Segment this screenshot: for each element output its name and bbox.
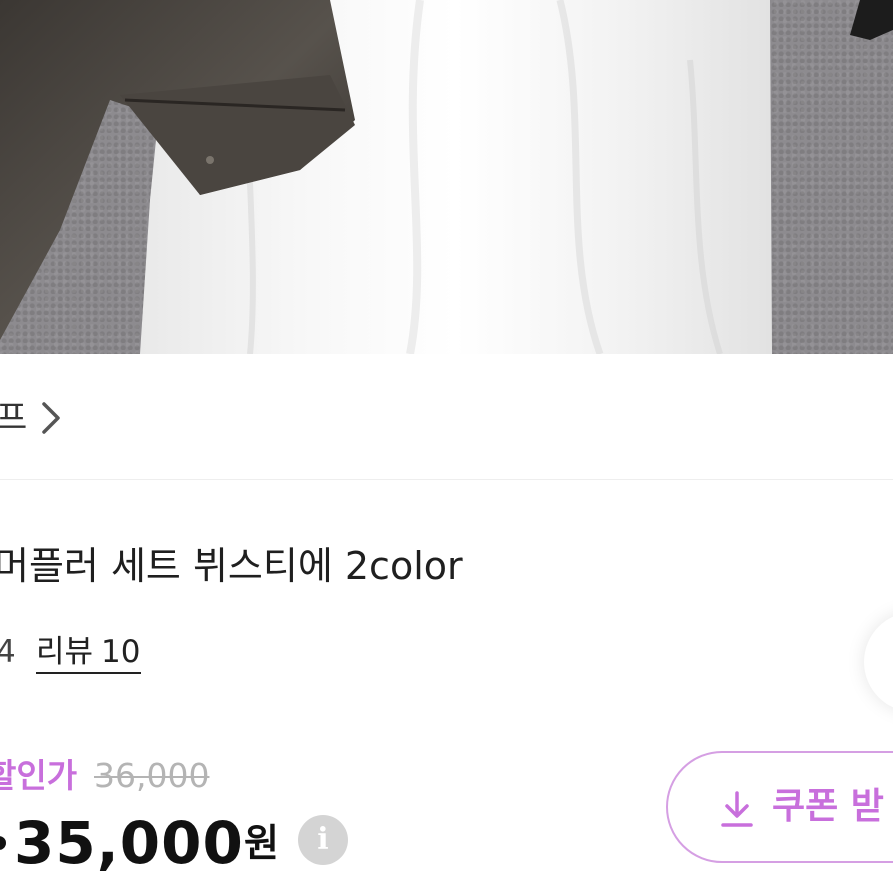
shop-row[interactable]: 프 — [0, 354, 893, 480]
sale-price: 35,000 — [14, 809, 244, 877]
product-detail-page: 프 머플러 세트 뷔스티에 2color 4 리뷰 10 할인가 36,000 3… — [0, 0, 893, 893]
discount-label: 할인가 — [0, 756, 78, 795]
currency-label: 원 — [244, 821, 279, 865]
product-title: 머플러 세트 뷔스티에 2color — [0, 544, 463, 588]
info-icon[interactable]: i — [298, 815, 348, 865]
rating-value: 4 — [0, 634, 16, 670]
coupon-download-button[interactable]: 쿠폰 받 — [666, 751, 893, 863]
product-photo-illustration — [0, 0, 893, 354]
coupon-label: 쿠폰 받 — [772, 786, 884, 827]
original-price: 36,000 — [94, 756, 210, 795]
product-image[interactable] — [0, 0, 893, 354]
floating-action-button[interactable] — [864, 612, 893, 712]
chevron-right-icon[interactable] — [40, 400, 64, 436]
sale-price-marker — [0, 836, 6, 850]
review-count: 10 — [101, 634, 141, 670]
review-label: 리뷰 — [36, 634, 94, 670]
download-icon — [721, 791, 753, 827]
shop-name[interactable]: 프 — [0, 396, 27, 440]
review-link[interactable]: 리뷰 10 — [36, 632, 141, 674]
